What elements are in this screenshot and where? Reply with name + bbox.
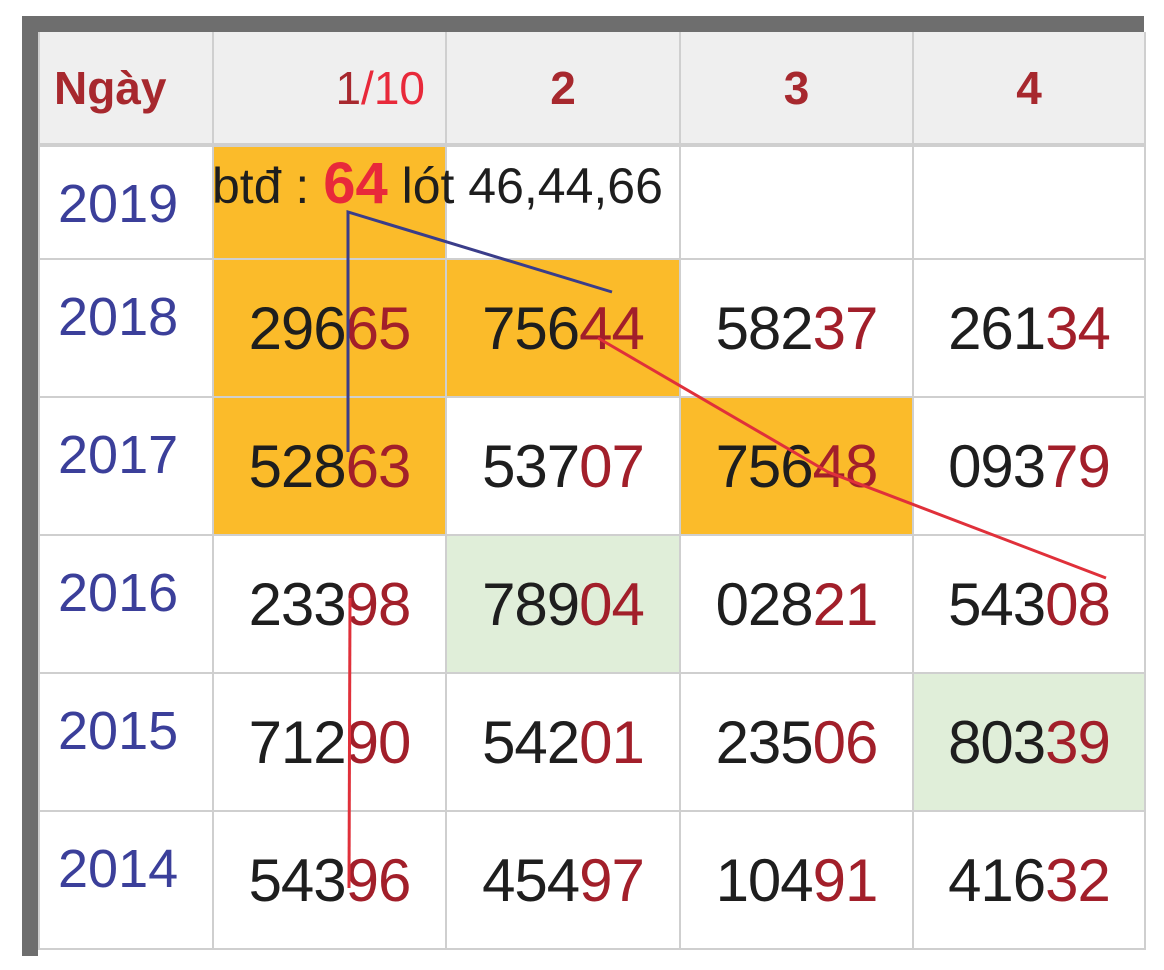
cell-2016-c2: 789 04 bbox=[447, 536, 681, 674]
cell-2017-c2: 537 07 bbox=[447, 398, 681, 536]
header-col-4: 4 bbox=[914, 32, 1146, 147]
year-2014: 2014 bbox=[40, 812, 214, 950]
cell-2018-c3: 582 37 bbox=[681, 260, 914, 398]
cell-2014-c4: 416 32 bbox=[914, 812, 1146, 950]
header-col-2: 2 bbox=[447, 32, 681, 147]
cell-2014-c2: 454 97 bbox=[447, 812, 681, 950]
frame-top-border bbox=[22, 16, 1144, 32]
cell-2017-c1: 528 63 bbox=[214, 398, 447, 536]
header-col-3: 3 bbox=[681, 32, 914, 147]
cell-2016-c4: 543 08 bbox=[914, 536, 1146, 674]
year-2016: 2016 bbox=[40, 536, 214, 674]
year-2019: 2019 bbox=[40, 147, 214, 260]
cell-2016-c1: 233 98 bbox=[214, 536, 447, 674]
cell-2015-c3: 235 06 bbox=[681, 674, 914, 812]
cell-2014-c3: 104 91 bbox=[681, 812, 914, 950]
cell-2018-c1: 296 65 bbox=[214, 260, 447, 398]
annotation-suffix: lót 46,44,66 bbox=[387, 158, 663, 214]
annotation-note: btđ : 64 lót 46,44,66 bbox=[212, 150, 663, 217]
header-date-1-10: 1/10 bbox=[214, 32, 447, 147]
header-date-day: 1 bbox=[335, 61, 362, 114]
header-date-sep: / bbox=[361, 61, 374, 114]
header-ngay: Ngày bbox=[40, 32, 214, 147]
cell-2015-c1: 712 90 bbox=[214, 674, 447, 812]
cell-2017-c3: 756 48 bbox=[681, 398, 914, 536]
cell-2015-c4: 803 39 bbox=[914, 674, 1146, 812]
header-date-month: 10 bbox=[373, 61, 425, 114]
annotation-prefix: btđ : bbox=[212, 158, 324, 214]
cell-2016-c3: 028 21 bbox=[681, 536, 914, 674]
year-2018: 2018 bbox=[40, 260, 214, 398]
year-2017: 2017 bbox=[40, 398, 214, 536]
cell-2019-c4 bbox=[914, 147, 1146, 260]
cell-2015-c2: 542 01 bbox=[447, 674, 681, 812]
cell-2018-c2: 756 44 bbox=[447, 260, 681, 398]
cell-2014-c1: 543 96 bbox=[214, 812, 447, 950]
year-2015: 2015 bbox=[40, 674, 214, 812]
cell-2017-c4: 093 79 bbox=[914, 398, 1146, 536]
annotation-highlight: 64 bbox=[323, 151, 388, 216]
frame-left-border bbox=[22, 16, 38, 956]
cell-2019-c3 bbox=[681, 147, 914, 260]
cell-2018-c4: 261 34 bbox=[914, 260, 1146, 398]
